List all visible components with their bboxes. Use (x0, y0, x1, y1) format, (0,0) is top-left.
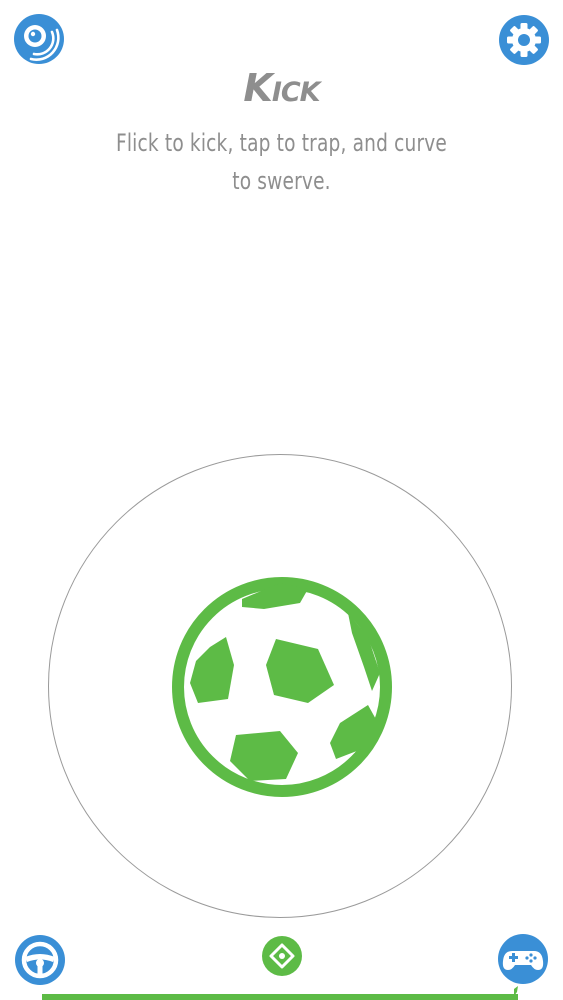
gear-icon (499, 15, 549, 65)
drive-button[interactable] (15, 935, 65, 985)
progress-bar-fill (42, 994, 518, 1000)
aim-button[interactable] (262, 936, 302, 976)
steering-wheel-icon (15, 935, 65, 985)
sphero-connection-icon (14, 14, 64, 64)
instructions-line-1: Flick to kick, tap to trap, and curve (115, 129, 448, 157)
instructions-line-2: to swerve. (232, 167, 331, 195)
sphero-connection-button[interactable] (14, 14, 64, 64)
progress-bar (42, 994, 518, 1000)
instructions-text: Flick to kick, tap to trap, and curve to… (108, 124, 455, 200)
aim-icon (262, 936, 302, 976)
gamepad-icon (498, 934, 548, 984)
settings-button[interactable] (499, 15, 549, 65)
soccer-ball-icon[interactable] (168, 573, 396, 801)
progress-marker-icon (514, 986, 518, 996)
games-button[interactable] (498, 934, 548, 984)
mode-title: Kick (243, 66, 320, 110)
